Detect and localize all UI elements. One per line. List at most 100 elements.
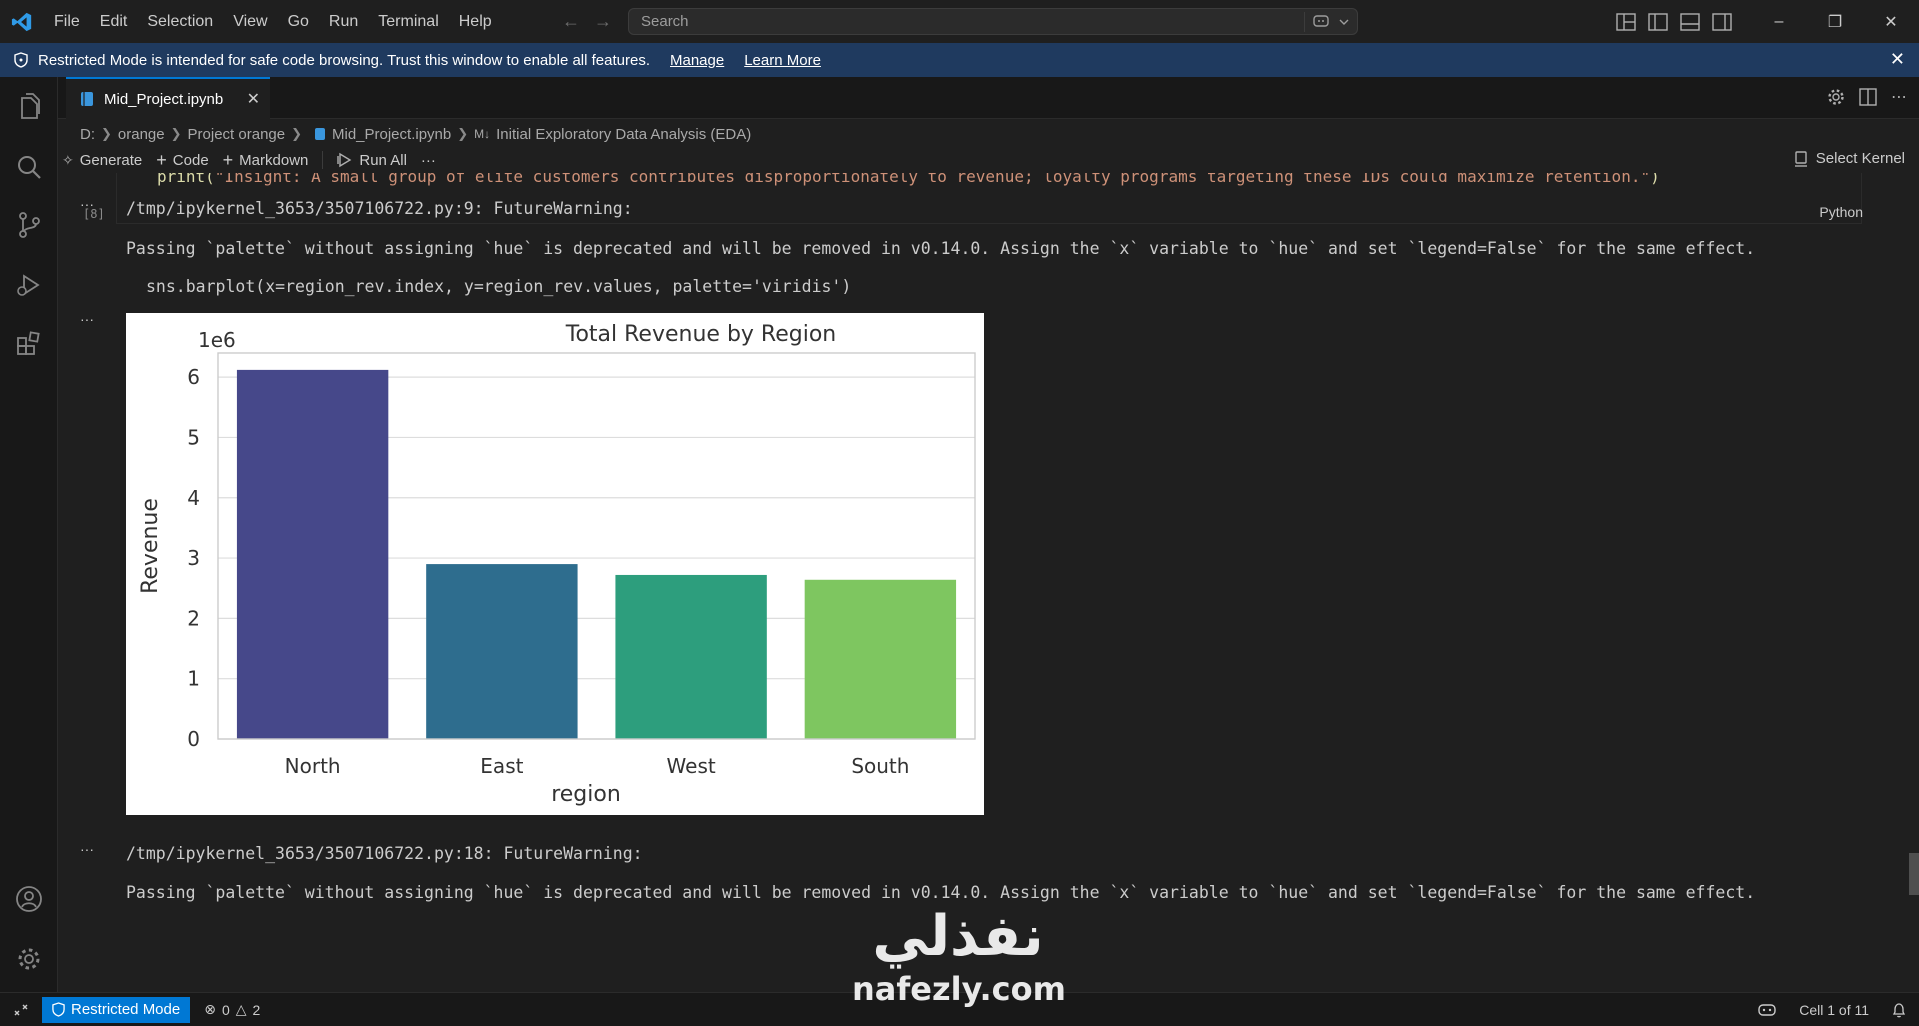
watermark-url: nafezly.com bbox=[852, 970, 1066, 1008]
y-tick-label: 5 bbox=[187, 425, 200, 449]
explorer-icon[interactable] bbox=[13, 91, 45, 123]
y-scale-label: 1e6 bbox=[198, 328, 236, 352]
title-bar: File Edit Selection View Go Run Terminal… bbox=[0, 0, 1919, 43]
warning-code-line: sns.barplot(x=region_rev.index, y=region… bbox=[146, 277, 852, 296]
menu-run[interactable]: Run bbox=[319, 0, 368, 43]
cell-position[interactable]: Cell 1 of 11 bbox=[1799, 1002, 1869, 1018]
add-markdown-cell-button[interactable]: + Markdown bbox=[223, 150, 309, 171]
generate-button[interactable]: ✧ Generate bbox=[62, 152, 142, 169]
manage-gear-icon[interactable] bbox=[13, 943, 45, 975]
breadcrumb-project[interactable]: Project orange bbox=[188, 126, 286, 143]
banner-text: Restricted Mode is intended for safe cod… bbox=[38, 51, 650, 69]
layout-controls bbox=[1616, 0, 1732, 43]
problems-indicator[interactable]: ⊗ 0 △ 2 bbox=[204, 1001, 260, 1018]
output-menu-icon[interactable]: ··· bbox=[80, 196, 94, 212]
add-code-cell-button[interactable]: + Code bbox=[156, 150, 208, 171]
tab-mid-project[interactable]: Mid_Project.ipynb ✕ bbox=[66, 77, 270, 119]
bar-south bbox=[804, 579, 957, 739]
menu-selection[interactable]: Selection bbox=[137, 0, 223, 43]
toggle-primary-sidebar-icon[interactable] bbox=[1648, 12, 1668, 31]
select-kernel-label: Select Kernel bbox=[1815, 150, 1905, 167]
activity-bar bbox=[0, 77, 58, 992]
editor-tabs: Mid_Project.ipynb ✕ ⋯ bbox=[58, 77, 1919, 119]
accounts-icon[interactable] bbox=[13, 883, 45, 915]
copilot-status-icon[interactable] bbox=[1757, 1002, 1777, 1018]
chart-output: 0 1 2 3 4 5 6 North East West South Total Revenue… bbox=[126, 313, 984, 815]
extensions-icon[interactable] bbox=[13, 327, 45, 359]
close-window-icon[interactable]: ✕ bbox=[1863, 0, 1919, 43]
bar-chart: 0 1 2 3 4 5 6 North East West South Total Revenue… bbox=[138, 322, 976, 807]
restricted-mode-badge[interactable]: Restricted Mode bbox=[42, 996, 191, 1023]
restore-icon[interactable]: ❐ bbox=[1807, 0, 1863, 43]
copilot-menu[interactable] bbox=[1304, 12, 1349, 32]
warning-count: 2 bbox=[252, 1001, 261, 1018]
menu-help[interactable]: Help bbox=[449, 0, 502, 43]
menu-edit[interactable]: Edit bbox=[90, 0, 138, 43]
code-function: print( bbox=[157, 173, 215, 186]
bar-west bbox=[615, 574, 767, 739]
run-all-label: Run All bbox=[359, 151, 407, 169]
error-icon: ⊗ bbox=[204, 1001, 216, 1017]
plus-icon: + bbox=[156, 149, 167, 170]
close-tab-icon[interactable]: ✕ bbox=[247, 89, 260, 109]
output-menu-icon[interactable]: ··· bbox=[80, 311, 94, 327]
customize-layout-icon[interactable] bbox=[1616, 12, 1636, 31]
chevron-right-icon: ❯ bbox=[170, 126, 182, 141]
cell-language[interactable]: Python bbox=[1819, 204, 1863, 220]
search-placeholder: Search bbox=[641, 13, 689, 30]
menu-bar: File Edit Selection View Go Run Terminal… bbox=[44, 0, 502, 43]
menu-go[interactable]: Go bbox=[278, 0, 319, 43]
breadcrumb-section[interactable]: Initial Exploratory Data Analysis (EDA) bbox=[496, 126, 751, 143]
tab-label: Mid_Project.ipynb bbox=[104, 90, 224, 108]
close-banner-icon[interactable]: ✕ bbox=[1890, 49, 1905, 70]
notebook-toolbar: ✧ Generate + Code + Markdown Run All ···… bbox=[58, 147, 1919, 173]
menu-view[interactable]: View bbox=[223, 0, 277, 43]
split-editor-icon[interactable] bbox=[1859, 88, 1877, 106]
source-control-icon[interactable] bbox=[13, 209, 45, 241]
copilot-chat-icon[interactable] bbox=[1313, 14, 1331, 30]
notifications-bell-icon[interactable] bbox=[1891, 1002, 1907, 1018]
more-label: ··· bbox=[420, 151, 436, 169]
toggle-panel-icon[interactable] bbox=[1680, 12, 1700, 31]
warning-message-2: Passing `palette` without assigning `hue… bbox=[126, 883, 1756, 902]
back-arrow-icon[interactable]: ← bbox=[562, 11, 580, 32]
menu-terminal[interactable]: Terminal bbox=[368, 0, 448, 43]
command-center-search[interactable]: Search bbox=[628, 8, 1358, 35]
toggle-secondary-sidebar-icon[interactable] bbox=[1712, 12, 1732, 31]
chevron-right-icon: ❯ bbox=[101, 126, 112, 141]
x-tick-label: North bbox=[285, 754, 341, 778]
notebook-file-icon bbox=[81, 92, 93, 106]
code-line[interactable]: print("Insight: A small group of elite c… bbox=[157, 173, 1660, 186]
warning-icon: △ bbox=[235, 1001, 247, 1017]
run-all-button[interactable]: Run All bbox=[337, 152, 407, 169]
chevron-down-icon[interactable] bbox=[1339, 18, 1349, 26]
y-tick-labels: 0 1 2 3 4 5 6 bbox=[187, 365, 200, 751]
minimize-icon[interactable]: – bbox=[1751, 0, 1807, 43]
more-actions-icon[interactable]: ⋯ bbox=[1891, 87, 1907, 107]
markdown-label: Markdown bbox=[239, 151, 309, 169]
more-toolbar-button[interactable]: ··· bbox=[421, 152, 436, 169]
breadcrumb-drive[interactable]: D: bbox=[80, 126, 95, 143]
y-tick-label: 3 bbox=[187, 546, 200, 570]
warning-message: Passing `palette` without assigning `hue… bbox=[126, 239, 1756, 258]
notebook-file-icon bbox=[315, 128, 325, 140]
y-tick-label: 6 bbox=[187, 365, 200, 389]
select-kernel-button[interactable]: Select Kernel bbox=[1794, 150, 1905, 167]
breadcrumb-file[interactable]: Mid_Project.ipynb bbox=[332, 126, 451, 143]
search-icon[interactable] bbox=[13, 151, 45, 183]
forward-arrow-icon[interactable]: → bbox=[594, 11, 612, 32]
x-axis-label: region bbox=[551, 782, 621, 807]
output-menu-icon[interactable]: ··· bbox=[80, 841, 94, 857]
y-tick-label: 4 bbox=[187, 486, 200, 510]
breadcrumb-orange[interactable]: orange bbox=[118, 126, 165, 143]
menu-file[interactable]: File bbox=[44, 0, 90, 43]
navigation-arrows: ← → bbox=[562, 0, 612, 43]
vertical-scrollbar[interactable] bbox=[1909, 853, 1919, 895]
notebook-settings-icon[interactable] bbox=[1827, 88, 1845, 106]
run-and-debug-icon[interactable] bbox=[13, 269, 45, 301]
chart-title: Total Revenue by Region bbox=[565, 322, 836, 347]
y-tick-label: 0 bbox=[187, 727, 200, 751]
manage-link[interactable]: Manage bbox=[670, 52, 724, 69]
remote-indicator-icon[interactable] bbox=[0, 993, 42, 1026]
learn-more-link[interactable]: Learn More bbox=[744, 52, 821, 69]
